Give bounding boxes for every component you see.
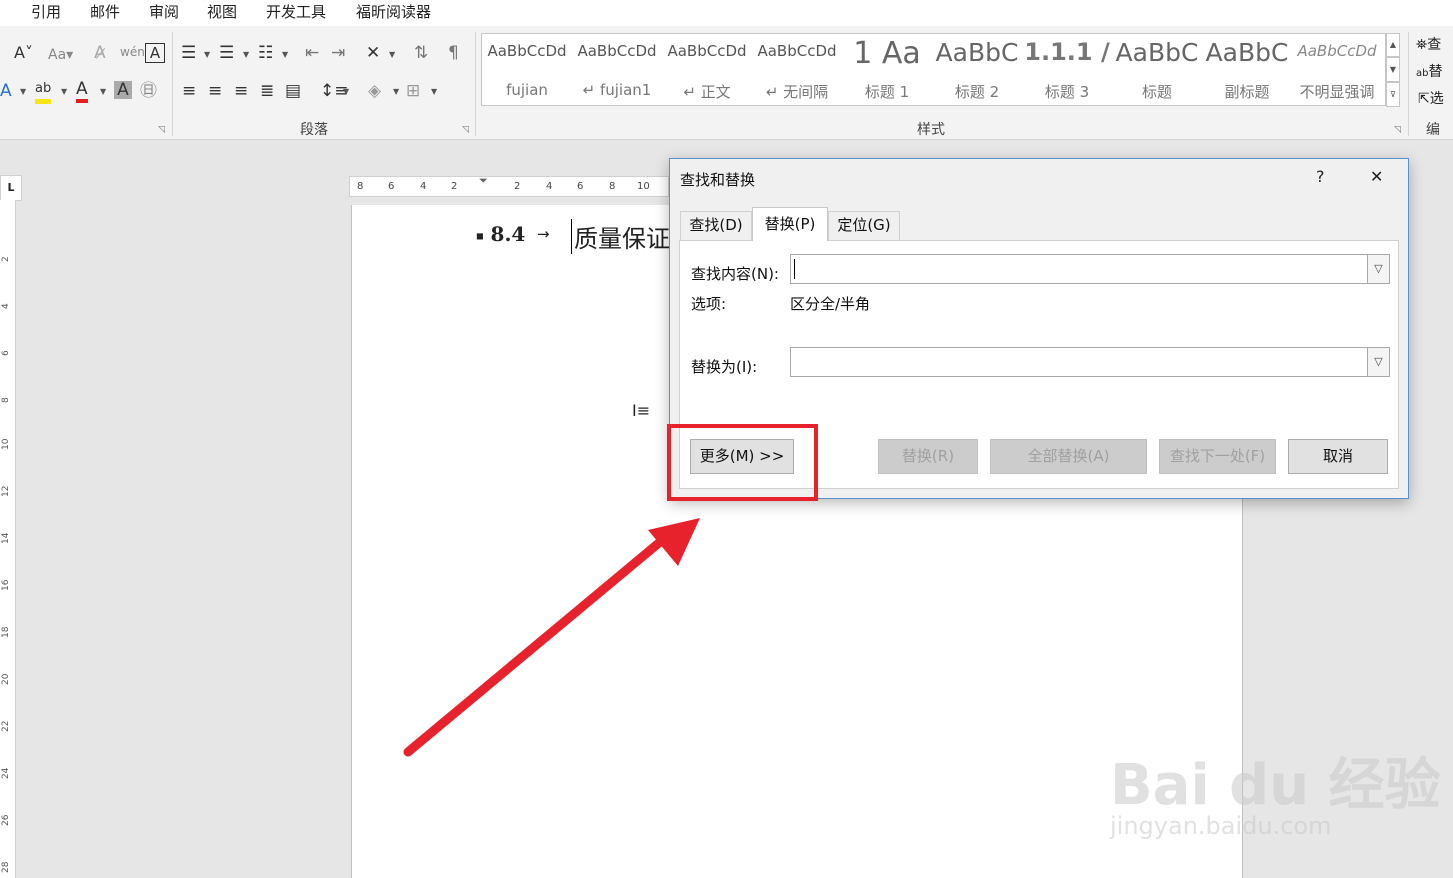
tab-replace[interactable]: 替换(P) (752, 207, 828, 241)
watermark-url: jingyan.baidu.com (1110, 812, 1332, 840)
watermark-brand: Bai du 经验 (1110, 753, 1441, 818)
baidu-watermark: Bai du 经验 jingyan.baidu.com (1110, 720, 1441, 850)
arrow-shaft (403, 537, 665, 757)
